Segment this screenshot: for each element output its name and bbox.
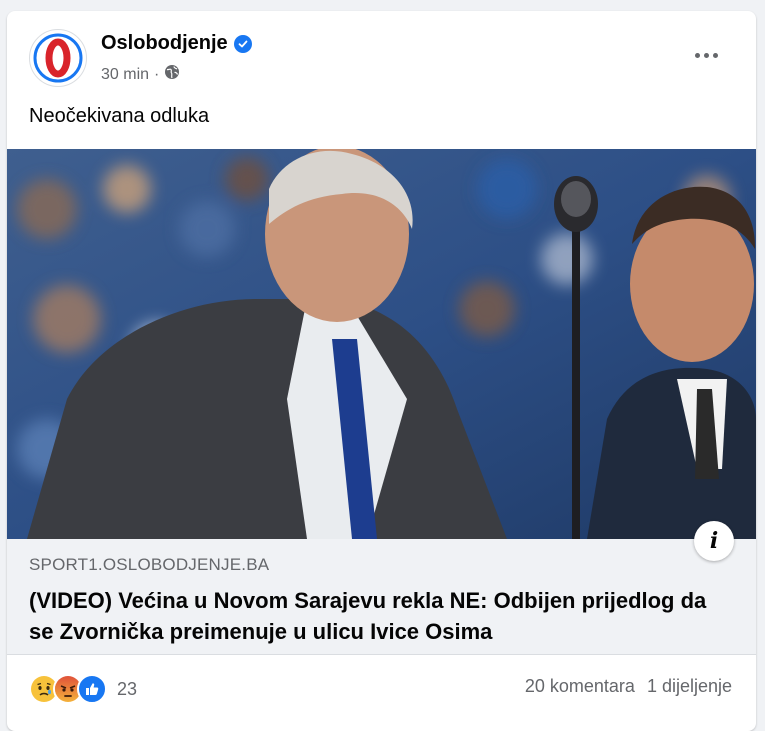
link-domain: SPORT1.OSLOBODJENJE.BA [29,555,270,574]
globe-icon[interactable] [164,64,180,85]
info-icon[interactable]: i [694,521,734,561]
post-header: Oslobodjenje 30 min · [7,11,756,93]
post-footer: 23 20 komentara 1 dijeljenje [7,666,756,706]
post-timestamp[interactable]: 30 min [101,66,149,84]
shares-count[interactable]: 1 dijeljenje [647,676,732,697]
reaction-count: 23 [117,678,138,699]
link-headline[interactable]: (VIDEO) Većina u Novom Sarajevu rekla NE… [29,585,729,647]
oslobodjenje-logo-icon [33,33,83,83]
reactions-summary[interactable]: 23 [29,674,137,704]
photo-illustration [7,149,756,539]
comments-count[interactable]: 20 komentara [525,676,635,697]
page-name-row: Oslobodjenje [101,32,252,55]
engagement-counts: 20 komentara 1 dijeljenje [525,676,732,697]
feed-post: Oslobodjenje 30 min · Neočekivana odluka… [7,11,756,731]
more-options-icon[interactable] [688,43,724,67]
page-avatar[interactable] [29,29,87,87]
verified-badge-icon [233,34,252,53]
post-meta: 30 min · [101,64,180,85]
post-text: Neočekivana odluka [29,105,210,127]
meta-separator: · [154,65,160,83]
page-name[interactable]: Oslobodjenje [101,32,228,55]
like-reaction-icon [77,674,107,704]
link-preview[interactable]: SPORT1.OSLOBODJENJE.BA (VIDEO) Većina u … [7,539,756,655]
link-preview-image[interactable] [7,149,756,539]
